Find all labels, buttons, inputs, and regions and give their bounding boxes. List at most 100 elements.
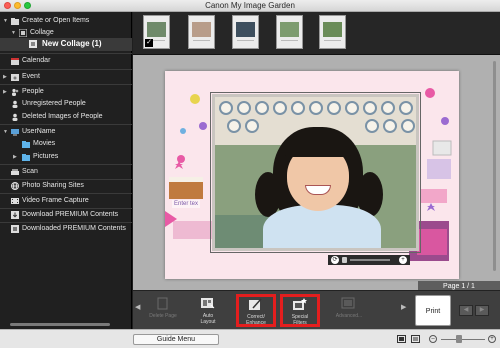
tool-label: Auto Layout xyxy=(200,313,216,325)
folder-icon xyxy=(22,154,30,161)
delete-page-button[interactable]: Delete Page xyxy=(143,294,183,327)
divider xyxy=(0,69,132,70)
zoom-in-icon[interactable]: + xyxy=(399,256,407,264)
collage-photo[interactable] xyxy=(212,94,419,251)
sidebar-item-movies[interactable]: Movies xyxy=(0,138,132,150)
photo-edit-toolbar: ⟳ + xyxy=(328,255,410,265)
editor-scrollbar[interactable] xyxy=(493,61,496,271)
sidebar-item-calendar[interactable]: Calendar xyxy=(0,55,132,67)
collage-icon xyxy=(19,29,27,37)
person-icon xyxy=(12,100,18,108)
thumbnail-image xyxy=(192,22,211,37)
sidebar-item-label: Deleted Images of People xyxy=(22,113,103,120)
plate-shape xyxy=(363,101,377,115)
thumbnail-lines xyxy=(281,40,298,41)
zoom-out-button[interactable]: – xyxy=(429,335,437,343)
tool-label: Special Filters xyxy=(291,314,309,326)
collage-icon xyxy=(29,40,37,48)
divider xyxy=(0,124,132,125)
template-thumbnail[interactable] xyxy=(319,15,346,49)
sidebar-item-scan[interactable]: Scan xyxy=(0,166,132,178)
plate-shape xyxy=(227,119,241,133)
expanded-arrow-icon[interactable]: ▼ xyxy=(3,126,8,138)
tool-label: Advanced... xyxy=(335,313,363,319)
tool-label: Delete Page xyxy=(149,313,177,319)
window-title: Canon My Image Garden xyxy=(205,1,295,10)
download-icon xyxy=(11,211,19,219)
sidebar-item-label: Download PREMIUM Contents xyxy=(22,211,119,218)
sidebar-item-downloaded-premium-contents[interactable]: Downloaded PREMIUM Contents xyxy=(0,223,132,235)
list-view-icon[interactable] xyxy=(411,335,420,343)
print-button[interactable]: Print xyxy=(415,295,451,326)
collapsed-arrow-icon[interactable]: ▶ xyxy=(3,86,7,98)
scroll-right-icon[interactable]: ▶ xyxy=(401,303,406,311)
advanced-icon xyxy=(341,297,355,309)
rotate-icon[interactable]: ⟳ xyxy=(331,256,339,264)
photo-subject xyxy=(285,135,351,157)
divider xyxy=(0,84,132,85)
plate-shape xyxy=(219,101,233,115)
folder-icon xyxy=(11,18,19,25)
special-filters-button[interactable]: Special Filters xyxy=(280,294,320,327)
template-thumbnail[interactable] xyxy=(188,15,215,49)
sidebar-item-video-frame-capture[interactable]: Video Frame Capture xyxy=(0,195,132,207)
plate-shape xyxy=(255,101,269,115)
photo-zoom-slider[interactable] xyxy=(350,259,390,261)
correct-enhance-icon xyxy=(249,298,262,310)
special-filters-icon xyxy=(293,298,307,310)
plate-shape xyxy=(345,101,359,115)
plate-shape xyxy=(327,101,341,115)
zoom-out-icon[interactable] xyxy=(342,257,347,263)
sidebar-item-label: Unregistered People xyxy=(22,100,86,107)
template-thumbnail[interactable]: ✓ xyxy=(143,15,170,49)
globe-icon xyxy=(11,182,19,190)
sidebar-item-create-or-open-items[interactable]: ▼ Create or Open Items xyxy=(0,15,132,27)
thumbnail-lines xyxy=(237,40,254,41)
zoom-slider-track[interactable] xyxy=(441,339,485,340)
collapsed-arrow-icon[interactable]: ▶ xyxy=(3,71,7,83)
plate-shape xyxy=(365,119,379,133)
sidebar-item-label: Photo Sharing Sites xyxy=(22,182,84,189)
delete-page-icon xyxy=(157,297,168,310)
sidebar-scrollbar[interactable] xyxy=(10,323,110,326)
previous-page-button[interactable]: ◀ xyxy=(459,305,473,316)
plate-shape xyxy=(383,119,397,133)
collage-canvas[interactable]: Enter tex ⟳ + xyxy=(165,71,459,279)
sidebar-item-new-collage[interactable]: New Collage (1) xyxy=(0,38,132,51)
sidebar-item-username[interactable]: ▼ UserName xyxy=(0,126,132,138)
advanced-button[interactable]: Advanced... xyxy=(329,294,369,327)
sidebar-item-event[interactable]: ▶ Event xyxy=(0,71,132,83)
correct-enhance-button[interactable]: Correct/ Enhance xyxy=(236,294,276,327)
guide-menu-button[interactable]: Guide Menu xyxy=(133,334,219,345)
divider xyxy=(0,193,132,194)
plate-shape xyxy=(309,101,323,115)
sidebar-item-people[interactable]: ▶ People xyxy=(0,86,132,98)
plate-shape xyxy=(401,119,415,133)
template-thumbnail[interactable] xyxy=(276,15,303,49)
plate-shape xyxy=(237,101,251,115)
sidebar-item-unregistered-people[interactable]: Unregistered People xyxy=(0,98,132,110)
zoom-slider-knob[interactable] xyxy=(456,335,462,343)
folder-icon xyxy=(22,141,30,148)
sidebar-item-download-premium-contents[interactable]: Download PREMIUM Contents xyxy=(0,209,132,221)
zoom-in-button[interactable]: + xyxy=(488,335,496,343)
sidebar: ▼ Create or Open Items ▼ Collage New Col… xyxy=(0,12,132,329)
collapsed-arrow-icon[interactable]: ▶ xyxy=(13,151,17,163)
sidebar-item-deleted-images-of-people[interactable]: Deleted Images of People xyxy=(0,111,132,123)
sidebar-item-label: Pictures xyxy=(33,153,59,160)
people-icon xyxy=(12,88,19,96)
single-view-icon[interactable] xyxy=(397,335,406,343)
sidebar-item-label: Calendar xyxy=(22,57,51,64)
thumbnail-image xyxy=(147,22,166,37)
sidebar-item-label: Movies xyxy=(33,140,56,147)
expanded-arrow-icon[interactable]: ▼ xyxy=(3,15,8,27)
next-page-button[interactable]: ▶ xyxy=(475,305,489,316)
auto-layout-button[interactable]: Auto Layout xyxy=(188,294,228,327)
title-bar: Canon My Image Garden xyxy=(0,0,500,12)
template-thumbnail[interactable] xyxy=(232,15,259,49)
sidebar-item-photo-sharing-sites[interactable]: Photo Sharing Sites xyxy=(0,180,132,192)
sidebar-item-pictures[interactable]: ▶ Pictures xyxy=(0,151,132,163)
text-box[interactable]: Enter tex xyxy=(172,200,201,208)
scroll-left-icon[interactable]: ◀ xyxy=(135,303,140,311)
plate-shape xyxy=(381,101,395,115)
